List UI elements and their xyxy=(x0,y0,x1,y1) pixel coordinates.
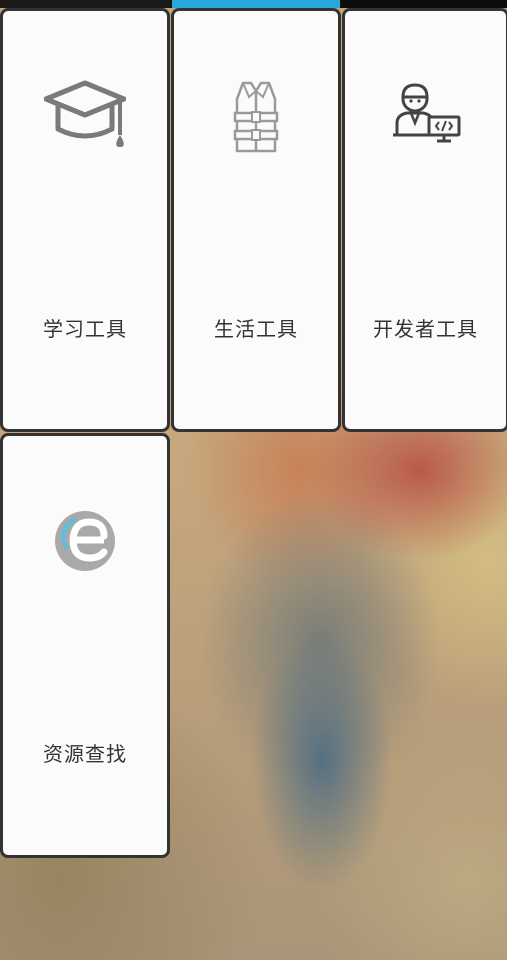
tile-label: 学习工具 xyxy=(43,317,127,341)
tile-study-tools[interactable]: 学习工具 xyxy=(0,8,170,432)
tile-label: 生活工具 xyxy=(214,317,298,341)
tab-indicator-right[interactable] xyxy=(341,0,507,8)
tile-resource-search[interactable]: 资源查找 xyxy=(0,433,170,858)
tab-indicator-left[interactable] xyxy=(0,0,170,8)
developer-icon xyxy=(385,77,467,159)
tile-developer-tools[interactable]: 开发者工具 xyxy=(342,8,507,432)
tile-label: 开发者工具 xyxy=(373,317,478,341)
browser-e-icon xyxy=(44,500,126,582)
tile-life-tools[interactable]: 生活工具 xyxy=(171,8,341,432)
tab-indicator-bar xyxy=(0,0,507,8)
tab-indicator-active[interactable] xyxy=(172,0,340,8)
tile-label: 资源查找 xyxy=(43,742,127,766)
graduation-cap-icon xyxy=(44,77,126,159)
life-vest-icon xyxy=(215,77,297,159)
